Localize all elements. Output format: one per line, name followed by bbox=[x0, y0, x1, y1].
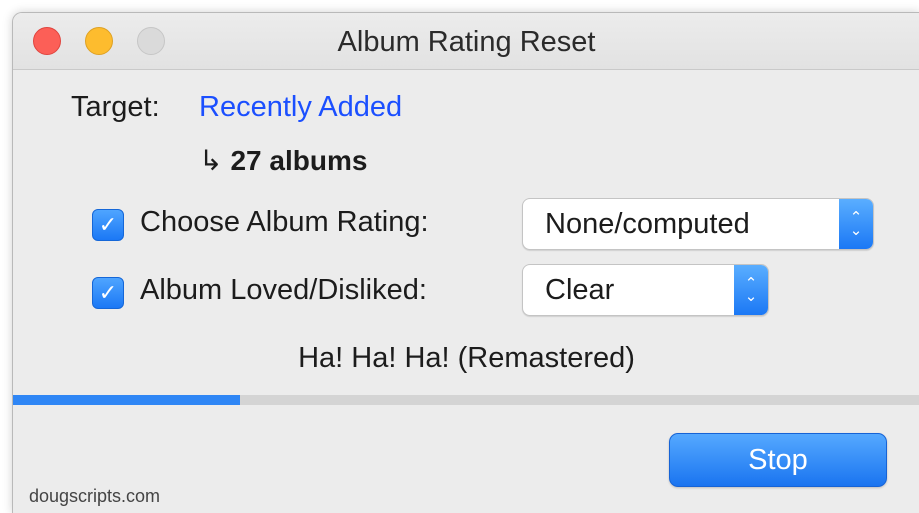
loved-disliked-select-value: Clear bbox=[545, 274, 615, 306]
loved-disliked-select[interactable]: Clear ⌃ ⌄ bbox=[522, 264, 769, 316]
album-count-value: 27 albums bbox=[230, 145, 368, 176]
album-loved-disliked-checkbox[interactable]: ✓ bbox=[92, 277, 124, 309]
choose-album-rating-checkbox[interactable]: ✓ bbox=[92, 209, 124, 241]
checkmark-icon: ✓ bbox=[98, 212, 118, 237]
album-loved-disliked-label: Album Loved/Disliked: bbox=[140, 274, 427, 306]
album-count: ↳ 27 albums bbox=[199, 144, 367, 177]
stop-button[interactable]: Stop bbox=[669, 433, 887, 487]
up-down-chevron-icon: ⌃ ⌄ bbox=[734, 265, 768, 315]
window-title: Album Rating Reset bbox=[337, 26, 596, 58]
choose-album-rating-label: Choose Album Rating: bbox=[140, 206, 429, 238]
target-label: Target: bbox=[71, 91, 160, 123]
album-rating-select-value: None/computed bbox=[545, 208, 750, 240]
checkmark-icon: ✓ bbox=[98, 280, 118, 305]
title-bar: Album Rating Reset bbox=[13, 13, 919, 70]
target-playlist-link[interactable]: Recently Added bbox=[199, 91, 402, 124]
footer-credit: dougscripts.com bbox=[29, 486, 161, 506]
progress-bar-fill bbox=[13, 395, 240, 405]
album-rating-select[interactable]: None/computed ⌃ ⌄ bbox=[522, 198, 874, 250]
current-album-status: Ha! Ha! Ha! (Remastered) bbox=[298, 342, 635, 374]
up-down-chevron-icon: ⌃ ⌄ bbox=[839, 199, 873, 249]
progress-bar bbox=[13, 395, 919, 405]
return-arrow-icon: ↳ bbox=[199, 145, 223, 176]
app-window: Album Rating Reset Target: Recently Adde… bbox=[12, 12, 919, 513]
